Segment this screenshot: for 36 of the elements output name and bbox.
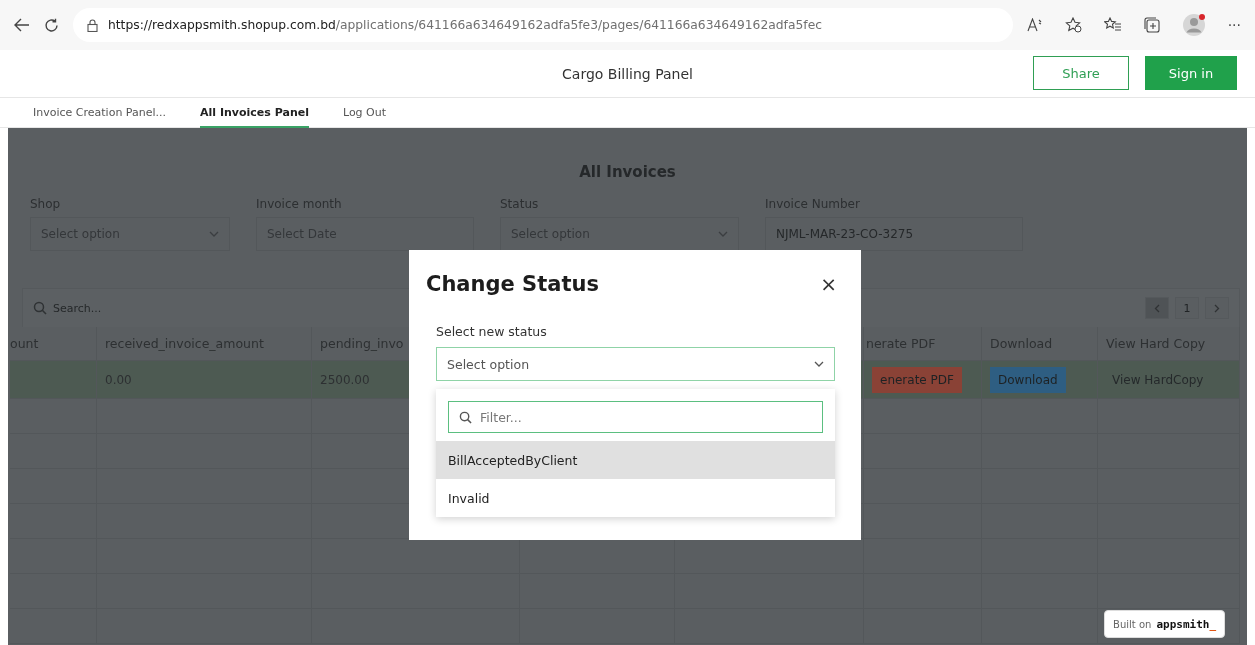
filter-field[interactable]: Filter...: [448, 401, 823, 433]
avatar-icon[interactable]: [1181, 13, 1206, 37]
search-icon: [33, 301, 47, 315]
dropdown-option[interactable]: BillAcceptedByClient: [436, 441, 835, 479]
dropdown-option[interactable]: Invalid: [436, 479, 835, 517]
share-button[interactable]: Share: [1033, 56, 1129, 90]
back-arrow-icon[interactable]: [14, 18, 30, 32]
page-tab[interactable]: Log Out: [342, 98, 387, 128]
text-field[interactable]: NJML-MAR-23-CO-3275: [765, 217, 1023, 251]
url-text: https://redxappsmith.shopup.com.bd/applications/641166a634649162adfa5fe3/pages/641166a634649162adfa5fec: [108, 18, 822, 32]
chevron-left-icon: [1154, 303, 1160, 313]
chevron-down-icon: [814, 361, 824, 367]
more-menu-icon[interactable]: ···: [1227, 17, 1241, 33]
built-on-badge[interactable]: Built on appsmith_: [1104, 610, 1225, 638]
address-bar[interactable]: https://redxappsmith.shopup.com.bd/applications/641166a634649162adfa5fe3/pages/641166a634649162adfa5fec: [73, 8, 1013, 42]
collections-icon[interactable]: [1143, 17, 1160, 33]
favorites-icon[interactable]: [1103, 17, 1122, 33]
chevron-down-icon: [718, 231, 728, 237]
field-label: Select new status: [436, 324, 547, 339]
close-button[interactable]: ×: [820, 272, 837, 296]
page-tab[interactable]: Invoice Creation Panel...: [33, 98, 167, 128]
status-select[interactable]: Select option: [436, 347, 835, 381]
lock-icon: [87, 18, 98, 32]
dialog-title: Change Status: [426, 272, 599, 296]
sign-in-button[interactable]: Sign in: [1145, 56, 1237, 90]
chevron-down-icon: [209, 231, 219, 237]
read-aloud-icon[interactable]: [1026, 18, 1043, 32]
app-title: Cargo Billing Panel: [562, 65, 693, 82]
star-plus-icon[interactable]: [1064, 17, 1082, 33]
chevron-right-icon: [1214, 303, 1220, 313]
page-number: 1: [1175, 297, 1199, 319]
table-button[interactable]: Download: [990, 366, 1066, 393]
search-icon: [459, 410, 472, 424]
refresh-icon[interactable]: [44, 17, 59, 33]
search-field[interactable]: Search...: [53, 301, 102, 315]
table-button[interactable]: enerate PDF: [872, 366, 962, 393]
